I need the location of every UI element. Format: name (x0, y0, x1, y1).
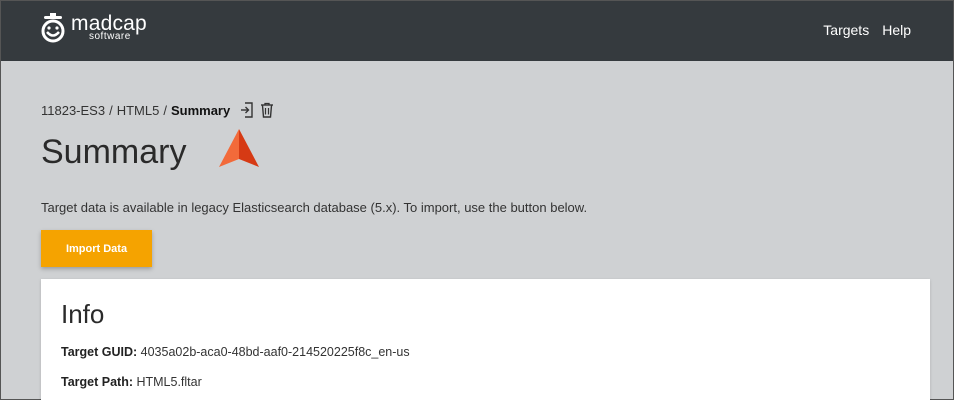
breadcrumb-current: Summary (170, 102, 231, 118)
top-nav: Targets Help (823, 22, 911, 38)
info-row-value: HTML5.fltar (136, 375, 202, 389)
breadcrumb-item-format[interactable]: HTML5 (117, 103, 160, 118)
madcap-logo[interactable]: madcap software (39, 13, 147, 47)
info-row-value: 4035a02b-aca0-48bd-aaf0-214520225f8c_en-… (140, 345, 410, 359)
info-card: Info Target GUID: 4035a02b-aca0-48bd-aaf… (41, 279, 930, 400)
import-icon[interactable] (240, 102, 254, 118)
nav-help[interactable]: Help (882, 22, 911, 38)
madcap-logo-icon (39, 13, 67, 45)
info-row-key: Target GUID: (61, 345, 138, 359)
breadcrumb-separator: / (109, 102, 113, 118)
info-row-target-guid: Target GUID: 4035a02b-aca0-48bd-aaf0-214… (61, 345, 410, 359)
pointer-arrow-icon (219, 129, 261, 169)
info-row-target-path: Target Path: HTML5.fltar (61, 375, 202, 389)
trash-icon[interactable] (260, 102, 274, 118)
info-title: Info (61, 299, 105, 329)
top-header: madcap software Targets Help (1, 1, 953, 61)
legacy-data-notice: Target data is available in legacy Elast… (41, 200, 588, 215)
import-data-button[interactable]: Import Data (41, 230, 152, 267)
page-title: Summary (41, 133, 187, 171)
breadcrumb-item-target[interactable]: 11823-ES3 (41, 103, 105, 118)
breadcrumb-separator: / (163, 102, 167, 118)
breadcrumb: 11823-ES3 / HTML5 / Summary (41, 102, 274, 118)
info-row-key: Target Path: (61, 375, 133, 389)
nav-targets[interactable]: Targets (823, 22, 869, 38)
